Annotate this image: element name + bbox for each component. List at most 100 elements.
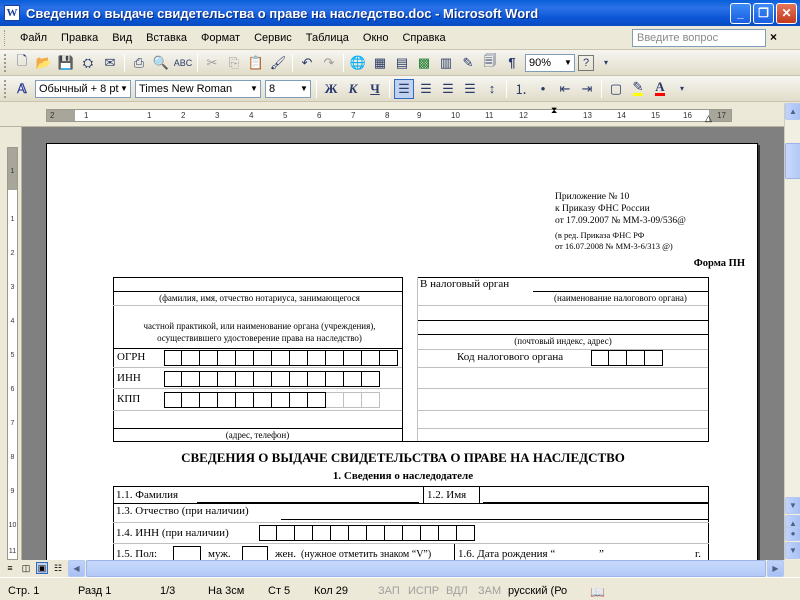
bold-button[interactable]: Ж — [321, 79, 341, 99]
horizontal-ruler[interactable]: 2 1 1 2 3 4 5 6 7 8 9 10 11 12 13 14 15 … — [0, 103, 800, 127]
font-color-icon[interactable]: A — [650, 79, 670, 99]
next-page-icon[interactable]: ▼ — [785, 542, 800, 559]
scroll-down-icon[interactable]: ▼ — [785, 497, 800, 514]
menu-file[interactable]: Файл — [13, 32, 54, 44]
word-app-icon[interactable]: W — [4, 5, 20, 21]
columns-icon[interactable]: ▥ — [436, 53, 456, 73]
sex-female-box[interactable] — [242, 546, 268, 560]
redo-icon[interactable]: ↷ — [319, 53, 339, 73]
help-icon[interactable]: ? — [578, 54, 594, 71]
inheritor-inn-cells[interactable] — [259, 525, 475, 541]
insert-table-icon[interactable]: ▤ — [392, 53, 412, 73]
save-icon[interactable]: 💾 — [56, 53, 76, 73]
vertical-ruler[interactable]: 1 1 2 3 4 5 6 7 8 9 10 11 — [0, 127, 22, 560]
vertical-scrollbar[interactable]: ▲ ▼ ▲ ● ▼ — [784, 103, 800, 560]
title-bar: W Сведения о выдаче свидетельства о прав… — [0, 0, 800, 26]
menu-table[interactable]: Таблица — [299, 32, 356, 44]
minimize-button[interactable]: _ — [730, 3, 751, 24]
menu-view[interactable]: Вид — [105, 32, 139, 44]
status-record[interactable]: ЗАП — [378, 585, 400, 597]
style-select[interactable]: Обычный + 8 pt ▼ — [35, 79, 131, 98]
align-right-icon[interactable]: ☰ — [438, 79, 458, 99]
font-select[interactable]: Times New Roman ▼ — [135, 79, 261, 98]
copy-icon[interactable]: ⎘ — [224, 53, 244, 73]
email-icon[interactable]: ✉ — [100, 53, 120, 73]
female-label: жен. — [275, 548, 296, 560]
toolbar-grip[interactable] — [4, 53, 8, 72]
font-size-select[interactable]: 8 ▼ — [265, 79, 311, 98]
print-preview-icon[interactable]: 🔍 — [151, 53, 171, 73]
drawing-icon[interactable]: ✎ — [458, 53, 478, 73]
inn-cells[interactable] — [164, 371, 380, 387]
formatting-toolbar: 𝔸 Обычный + 8 pt ▼ Times New Roman ▼ 8 ▼… — [0, 76, 800, 102]
increase-indent-icon[interactable]: ⇥ — [577, 79, 597, 99]
outline-view-icon[interactable]: ☷ — [52, 562, 64, 574]
scroll-up-icon[interactable]: ▲ — [785, 103, 800, 120]
line-spacing-icon[interactable]: ↕ — [482, 79, 502, 99]
menu-format[interactable]: Формат — [194, 32, 247, 44]
horizontal-scrollbar[interactable]: ◀ ▶ — [68, 560, 784, 577]
tables-borders-icon[interactable]: ▦ — [370, 53, 390, 73]
kpp-cells[interactable] — [164, 392, 380, 408]
show-formatting-icon[interactable]: ¶ — [502, 53, 522, 73]
document-map-icon[interactable]: 🗐 — [480, 53, 500, 73]
toolbar-grip[interactable] — [4, 79, 8, 98]
menu-help[interactable]: Справка — [395, 32, 452, 44]
print-layout-icon[interactable]: ▣ — [36, 562, 48, 574]
tax-code-cells[interactable] — [591, 350, 663, 366]
status-overtype[interactable]: ЗАМ — [478, 585, 501, 597]
bullets-icon[interactable]: • — [533, 79, 553, 99]
align-center-icon[interactable]: ☰ — [416, 79, 436, 99]
menu-edit[interactable]: Правка — [54, 32, 105, 44]
ogrn-cells[interactable] — [164, 350, 398, 366]
new-icon[interactable]: 🗋 — [12, 53, 32, 73]
web-view-icon[interactable]: ◫ — [20, 562, 32, 574]
justify-icon[interactable]: ☰ — [460, 79, 480, 99]
undo-icon[interactable]: ↶ — [297, 53, 317, 73]
scroll-right-icon[interactable]: ▶ — [767, 560, 784, 577]
numbering-icon[interactable]: ⒈ — [511, 79, 531, 99]
normal-view-icon[interactable]: ≡ — [4, 562, 16, 574]
indent-marker-icon[interactable]: ⧗ — [551, 105, 557, 116]
right-indent-icon[interactable]: △ — [705, 113, 712, 124]
permission-icon[interactable]: ⛭ — [78, 53, 98, 73]
spelling-icon[interactable]: ABC — [173, 53, 193, 73]
horizontal-scroll-thumb[interactable] — [86, 560, 766, 577]
align-left-icon[interactable]: ☰ — [394, 78, 414, 99]
paste-icon[interactable]: 📋 — [246, 53, 266, 73]
status-extend[interactable]: ВДЛ — [446, 585, 468, 597]
insert-excel-icon[interactable]: ▩ — [414, 53, 434, 73]
close-document-icon[interactable]: × — [770, 30, 777, 44]
underline-button[interactable]: Ч — [365, 79, 385, 99]
spelling-status-icon[interactable]: 📖 — [590, 585, 605, 599]
menu-grip[interactable] — [4, 29, 7, 46]
format-painter-icon[interactable]: 🖌 — [268, 53, 288, 73]
decrease-indent-icon[interactable]: ⇤ — [555, 79, 575, 99]
maximize-button[interactable]: ❐ — [753, 3, 774, 24]
toolbar-options-icon[interactable]: ▾ — [672, 79, 692, 99]
styles-formatting-icon[interactable]: 𝔸 — [12, 79, 32, 99]
document-page[interactable]: Приложение № 10 к Приказу ФНС России от … — [46, 143, 758, 560]
open-icon[interactable]: 📂 — [34, 53, 54, 73]
menu-insert[interactable]: Вставка — [139, 32, 194, 44]
status-track-changes[interactable]: ИСПР — [408, 585, 439, 597]
zoom-select[interactable]: 90% ▼ — [525, 53, 575, 72]
menu-tools[interactable]: Сервис — [247, 32, 299, 44]
tax-authority-label: В налоговый орган — [420, 278, 510, 290]
menu-window[interactable]: Окно — [356, 32, 396, 44]
vertical-scroll-thumb[interactable] — [785, 143, 800, 179]
cut-icon[interactable]: ✂ — [202, 53, 222, 73]
borders-icon[interactable]: ▢ — [606, 79, 626, 99]
italic-button[interactable]: К — [343, 79, 363, 99]
close-button[interactable]: ✕ — [776, 3, 797, 24]
browse-object-icon[interactable]: ● — [785, 527, 800, 541]
highlight-icon[interactable]: ✎ — [628, 79, 648, 99]
hyperlink-icon[interactable]: 🌐 — [348, 53, 368, 73]
scroll-left-icon[interactable]: ◀ — [68, 560, 85, 577]
toolbar-options-icon[interactable]: ▾ — [596, 53, 616, 73]
sex-male-box[interactable] — [173, 546, 201, 560]
document-area[interactable]: Приложение № 10 к Приказу ФНС России от … — [22, 127, 784, 560]
print-icon[interactable]: ⎙ — [129, 53, 149, 73]
ruler-label: 4 — [10, 318, 15, 325]
help-question-input[interactable]: Введите вопрос — [632, 29, 766, 47]
